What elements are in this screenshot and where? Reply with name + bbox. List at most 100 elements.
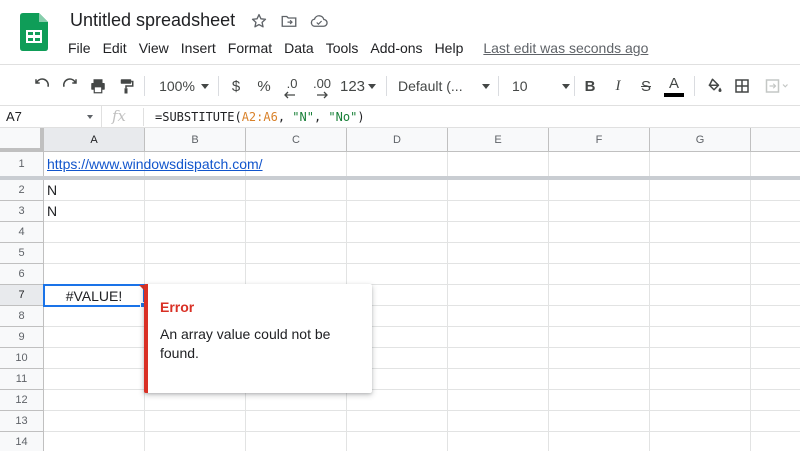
- font-family-select[interactable]: Default (...: [398, 73, 490, 99]
- fx-icon: fx: [112, 107, 127, 125]
- cell-a7-value: #VALUE!: [65, 287, 123, 304]
- row-header-8[interactable]: 8: [0, 306, 44, 327]
- cloud-saved-icon[interactable]: [309, 11, 329, 31]
- menu-view[interactable]: View: [133, 38, 175, 58]
- error-tooltip: Error An array value could not be found.: [144, 284, 372, 393]
- spreadsheet-grid: A B C D E F G 1 2 3 4 5 6 7 8 9 10 11 12…: [0, 128, 800, 451]
- cell-a1-link[interactable]: https://www.windowsdispatch.com/: [47, 156, 263, 172]
- table-row: [44, 411, 800, 432]
- column-header-c[interactable]: C: [246, 128, 347, 152]
- decrease-decimal-button[interactable]: .0: [282, 73, 302, 99]
- row-header-11[interactable]: 11: [0, 369, 44, 390]
- row-header-9[interactable]: 9: [0, 327, 44, 348]
- decrease-decimal-label: .0: [286, 75, 298, 91]
- paint-format-icon[interactable]: [116, 73, 136, 99]
- font-size-select[interactable]: 10: [512, 73, 570, 99]
- toolbar: 100% $ % .0 .00 123 Default (... 10 B I …: [0, 64, 800, 106]
- sheets-logo-icon[interactable]: [20, 13, 48, 51]
- table-row: [44, 390, 800, 411]
- font-size-value: 10: [512, 78, 528, 94]
- menu-format[interactable]: Format: [222, 38, 278, 58]
- cell-a3[interactable]: N: [47, 203, 57, 219]
- zoom-select[interactable]: 100%: [158, 73, 210, 99]
- menu-file[interactable]: File: [62, 38, 97, 58]
- row-header-2[interactable]: 2: [0, 180, 44, 201]
- formula-sep-2: ,: [313, 110, 329, 124]
- formula-arg-2: "No": [328, 110, 358, 124]
- menu-tools[interactable]: Tools: [320, 38, 365, 58]
- column-header-h[interactable]: [751, 128, 800, 152]
- more-formats-label: 123: [339, 77, 366, 95]
- error-title: Error: [160, 299, 195, 315]
- bold-button[interactable]: B: [582, 73, 598, 99]
- undo-icon[interactable]: [32, 73, 52, 99]
- borders-icon[interactable]: [732, 73, 752, 99]
- formula-arg-1: "N": [292, 110, 314, 124]
- table-row: [44, 222, 800, 243]
- merge-cells-icon[interactable]: [762, 73, 792, 99]
- column-header-a[interactable]: A: [44, 128, 145, 152]
- font-family-value: Default (...: [398, 78, 463, 94]
- arrow-left-icon: [284, 91, 295, 99]
- italic-button[interactable]: I: [610, 73, 626, 99]
- row-header-12[interactable]: 12: [0, 390, 44, 411]
- text-color-label: A: [668, 74, 679, 92]
- star-icon[interactable]: [249, 11, 269, 31]
- menu-help[interactable]: Help: [429, 38, 470, 58]
- increase-decimal-button[interactable]: .00: [310, 73, 334, 99]
- menu-edit[interactable]: Edit: [97, 38, 133, 58]
- increase-decimal-label: .00: [312, 75, 332, 91]
- last-edit-link[interactable]: Last edit was seconds ago: [483, 40, 648, 56]
- row-header-5[interactable]: 5: [0, 243, 44, 264]
- toolbar-separator: [574, 76, 575, 96]
- column-header-e[interactable]: E: [448, 128, 549, 152]
- zoom-value: 100%: [159, 78, 195, 94]
- menu-data[interactable]: Data: [278, 38, 320, 58]
- move-to-folder-icon[interactable]: [279, 11, 299, 31]
- document-title[interactable]: Untitled spreadsheet: [70, 10, 239, 31]
- column-header-d[interactable]: D: [347, 128, 448, 152]
- column-header-f[interactable]: F: [549, 128, 650, 152]
- menu-insert[interactable]: Insert: [175, 38, 222, 58]
- percent-format-button[interactable]: %: [256, 73, 272, 99]
- formula-separator: [143, 108, 144, 126]
- formula-range: A2:A6: [241, 110, 278, 124]
- row-header-3[interactable]: 3: [0, 201, 44, 222]
- active-cell-a7[interactable]: #VALUE!: [43, 284, 145, 307]
- fill-color-icon[interactable]: [704, 73, 724, 99]
- currency-format-button[interactable]: $: [228, 73, 244, 99]
- more-formats-select[interactable]: 123: [338, 73, 378, 99]
- cell-a2[interactable]: N: [47, 182, 57, 198]
- chevron-down-icon: [200, 83, 209, 89]
- column-header-b[interactable]: B: [145, 128, 246, 152]
- redo-icon[interactable]: [60, 73, 80, 99]
- table-row: [44, 201, 800, 222]
- formula-prefix: =SUBSTITUTE(: [155, 110, 242, 124]
- row-header-14[interactable]: 14: [0, 432, 44, 451]
- formula-sep-1: ,: [277, 110, 293, 124]
- toolbar-separator: [498, 76, 499, 96]
- name-box-value: A7: [6, 109, 22, 124]
- toolbar-separator: [386, 76, 387, 96]
- formula-input[interactable]: =SUBSTITUTE(A2:A6, "N", "No"): [155, 110, 365, 124]
- row-header-7[interactable]: 7: [0, 285, 44, 306]
- table-row: [44, 264, 800, 285]
- column-header-g[interactable]: G: [650, 128, 751, 152]
- menu-add-ons[interactable]: Add-ons: [364, 38, 428, 58]
- row-header-6[interactable]: 6: [0, 264, 44, 285]
- row-header-4[interactable]: 4: [0, 222, 44, 243]
- row-header-10[interactable]: 10: [0, 348, 44, 369]
- error-message: An array value could not be found.: [160, 326, 331, 361]
- table-row: [44, 180, 800, 201]
- text-color-button[interactable]: A: [664, 73, 684, 99]
- strikethrough-button[interactable]: S: [638, 73, 654, 99]
- formula-bar: A7 fx =SUBSTITUTE(A2:A6, "N", "No"): [0, 106, 800, 128]
- row-header-1[interactable]: 1: [0, 152, 44, 177]
- table-row: [44, 243, 800, 264]
- row-header-13[interactable]: 13: [0, 411, 44, 432]
- name-box[interactable]: A7: [0, 106, 102, 128]
- select-all-corner[interactable]: [0, 128, 44, 152]
- chevron-down-icon: [368, 83, 377, 89]
- toolbar-separator: [144, 76, 145, 96]
- print-icon[interactable]: [88, 73, 108, 99]
